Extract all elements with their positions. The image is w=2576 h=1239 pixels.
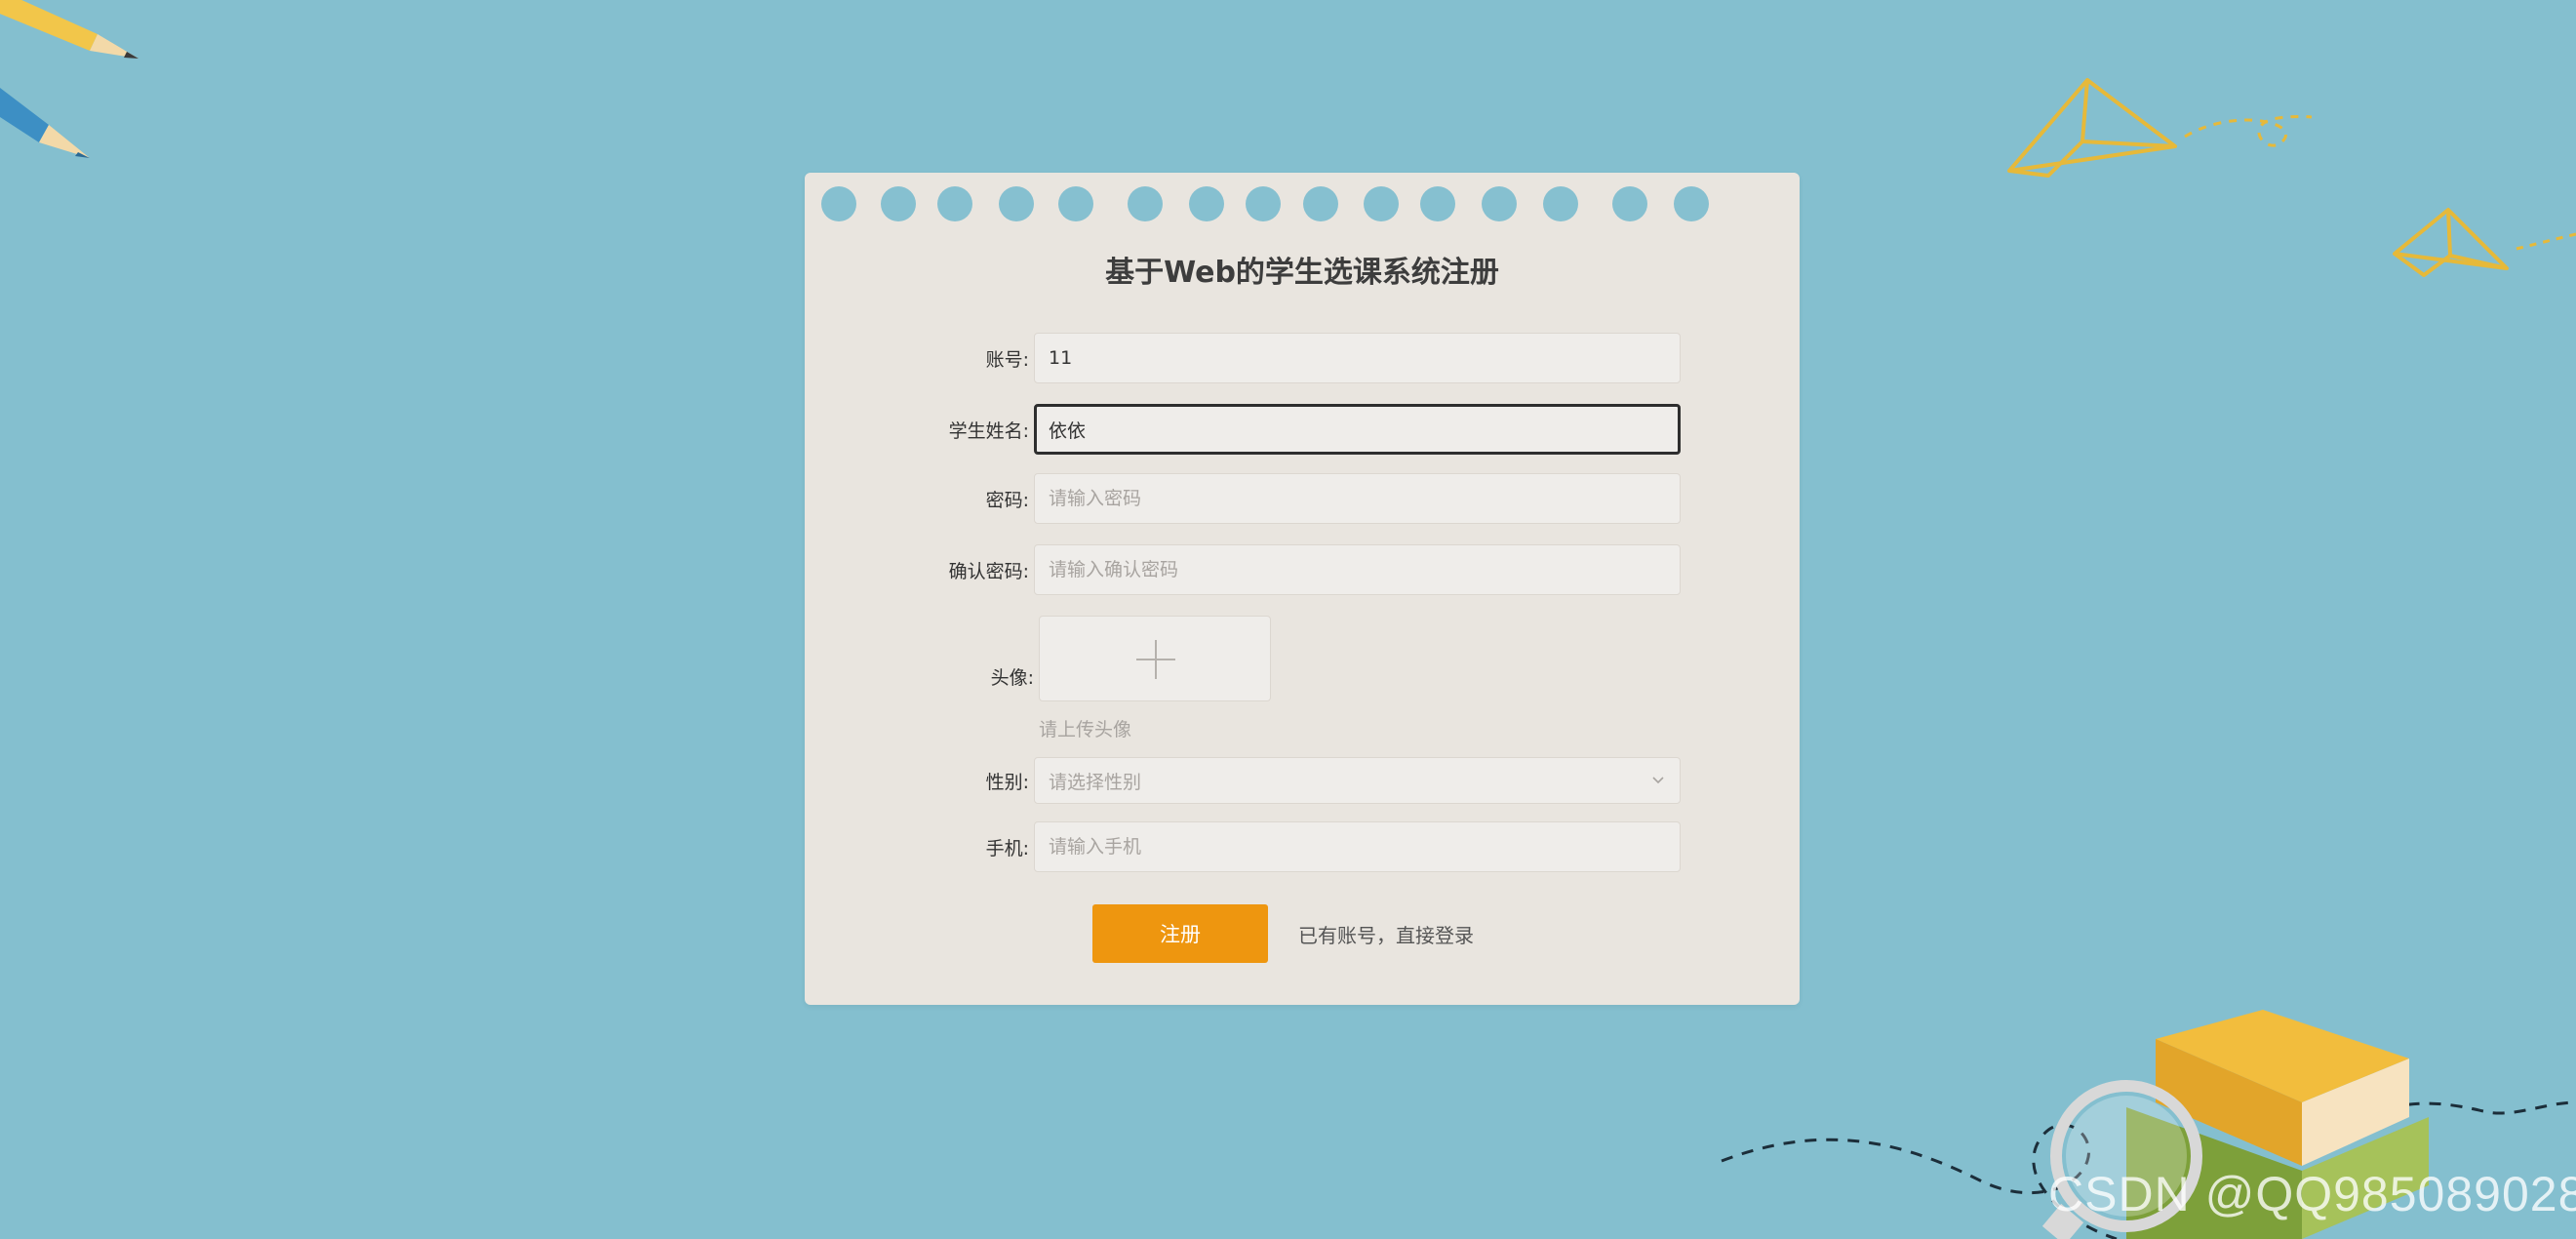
notebook-hole [937,186,972,221]
login-link[interactable]: 已有账号，直接登录 [1298,920,1474,948]
chevron-down-icon [1652,777,1664,784]
confirm-password-input[interactable] [1034,544,1681,595]
notebook-hole [999,186,1034,221]
account-label: 账号: [985,349,1029,371]
notebook-hole [1246,186,1281,221]
notebook-hole [1364,186,1399,221]
register-button[interactable]: 注册 [1092,904,1268,963]
password-label: 密码: [985,490,1029,511]
notebook-hole [1128,186,1163,221]
confirm-password-label: 确认密码: [948,561,1029,582]
pencil-decoration-icon [0,88,90,158]
pencil-decoration-icon [0,0,139,59]
paper-plane-decoration-icon [2393,208,2576,277]
notebook-hole [1420,186,1455,221]
gender-select-placeholder: 请选择性别 [1049,771,1142,793]
notebook-hole [1189,186,1224,221]
gender-select[interactable]: 请选择性别 [1034,757,1681,804]
notebook-hole [821,186,856,221]
notebook-hole [1482,186,1517,221]
notebook-hole [881,186,916,221]
student-name-input[interactable] [1034,404,1681,455]
account-input[interactable] [1034,333,1681,383]
avatar-label: 头像: [990,667,1034,689]
notebook-hole [1303,186,1338,221]
notebook-hole [1543,186,1578,221]
paper-plane-decoration-icon [2007,78,2312,178]
avatar-upload[interactable] [1039,616,1271,701]
phone-label: 手机: [985,838,1029,859]
notebook-hole [1058,186,1093,221]
page-title: 基于Web的学生选课系统注册 [1105,256,1499,290]
phone-input[interactable] [1034,821,1681,872]
notebook-hole [1612,186,1647,221]
student-name-label: 学生姓名: [948,420,1029,442]
register-card: 基于Web的学生选课系统注册 账号: 学生姓名: 密码: 确认密码: 头像: 请… [805,173,1800,1005]
watermark-text: CSDN @QQ985089028 [2048,1167,2576,1221]
gender-label: 性别: [985,772,1029,793]
notebook-holes [805,173,1800,231]
plus-icon [1136,640,1175,679]
password-input[interactable] [1034,473,1681,524]
avatar-hint: 请上传头像 [1039,719,1132,740]
notebook-hole [1674,186,1709,221]
